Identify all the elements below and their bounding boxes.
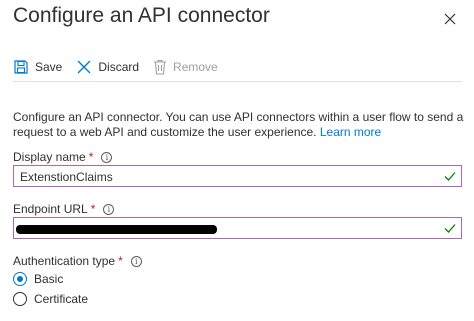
- close-icon[interactable]: [442, 11, 458, 27]
- learn-more-link[interactable]: Learn more: [320, 125, 381, 139]
- description-text: Configure an API connector. You can use …: [13, 110, 464, 139]
- info-icon[interactable]: i: [103, 203, 115, 215]
- auth-type-label-text: Authentication type: [13, 254, 116, 268]
- auth-option-basic[interactable]: Basic: [13, 272, 63, 286]
- redacted-value: [16, 225, 217, 234]
- required-marker: *: [88, 150, 94, 164]
- remove-button[interactable]: Remove: [153, 59, 218, 75]
- info-icon[interactable]: i: [130, 255, 142, 267]
- toolbar-divider: [13, 81, 462, 82]
- auth-type-label: Authentication type * i: [13, 254, 142, 268]
- save-label: Save: [35, 60, 63, 74]
- auth-option-certificate[interactable]: Certificate: [13, 292, 88, 306]
- panel-title: Configure an API connector: [13, 4, 270, 27]
- checkmark-icon: [444, 172, 456, 181]
- display-name-label-text: Display name: [13, 150, 86, 164]
- auth-option-basic-label: Basic: [34, 272, 64, 286]
- radio-basic[interactable]: [13, 272, 27, 286]
- discard-button[interactable]: Discard: [76, 59, 139, 75]
- display-name-label: Display name * i: [13, 150, 113, 164]
- radio-certificate[interactable]: [13, 292, 27, 306]
- display-name-field[interactable]: ExtenstionClaims: [13, 165, 462, 187]
- trash-icon: [154, 59, 167, 75]
- checkmark-icon: [444, 224, 456, 233]
- required-marker: *: [90, 202, 96, 216]
- description: Configure an API connector. You can use …: [13, 110, 468, 140]
- info-icon[interactable]: i: [101, 151, 113, 163]
- endpoint-url-field[interactable]: [13, 217, 462, 239]
- required-marker: *: [118, 254, 123, 268]
- display-name-value: ExtenstionClaims: [20, 170, 113, 184]
- endpoint-url-label-text: Endpoint URL: [13, 202, 88, 216]
- endpoint-url-label: Endpoint URL * i: [13, 202, 115, 216]
- save-icon: [14, 60, 28, 74]
- auth-option-certificate-label: Certificate: [34, 292, 89, 306]
- discard-label: Discard: [98, 60, 140, 74]
- command-bar: Save Discard Remove: [13, 55, 232, 79]
- remove-label: Remove: [173, 60, 218, 74]
- discard-icon: [77, 60, 91, 74]
- save-button[interactable]: Save: [13, 59, 62, 75]
